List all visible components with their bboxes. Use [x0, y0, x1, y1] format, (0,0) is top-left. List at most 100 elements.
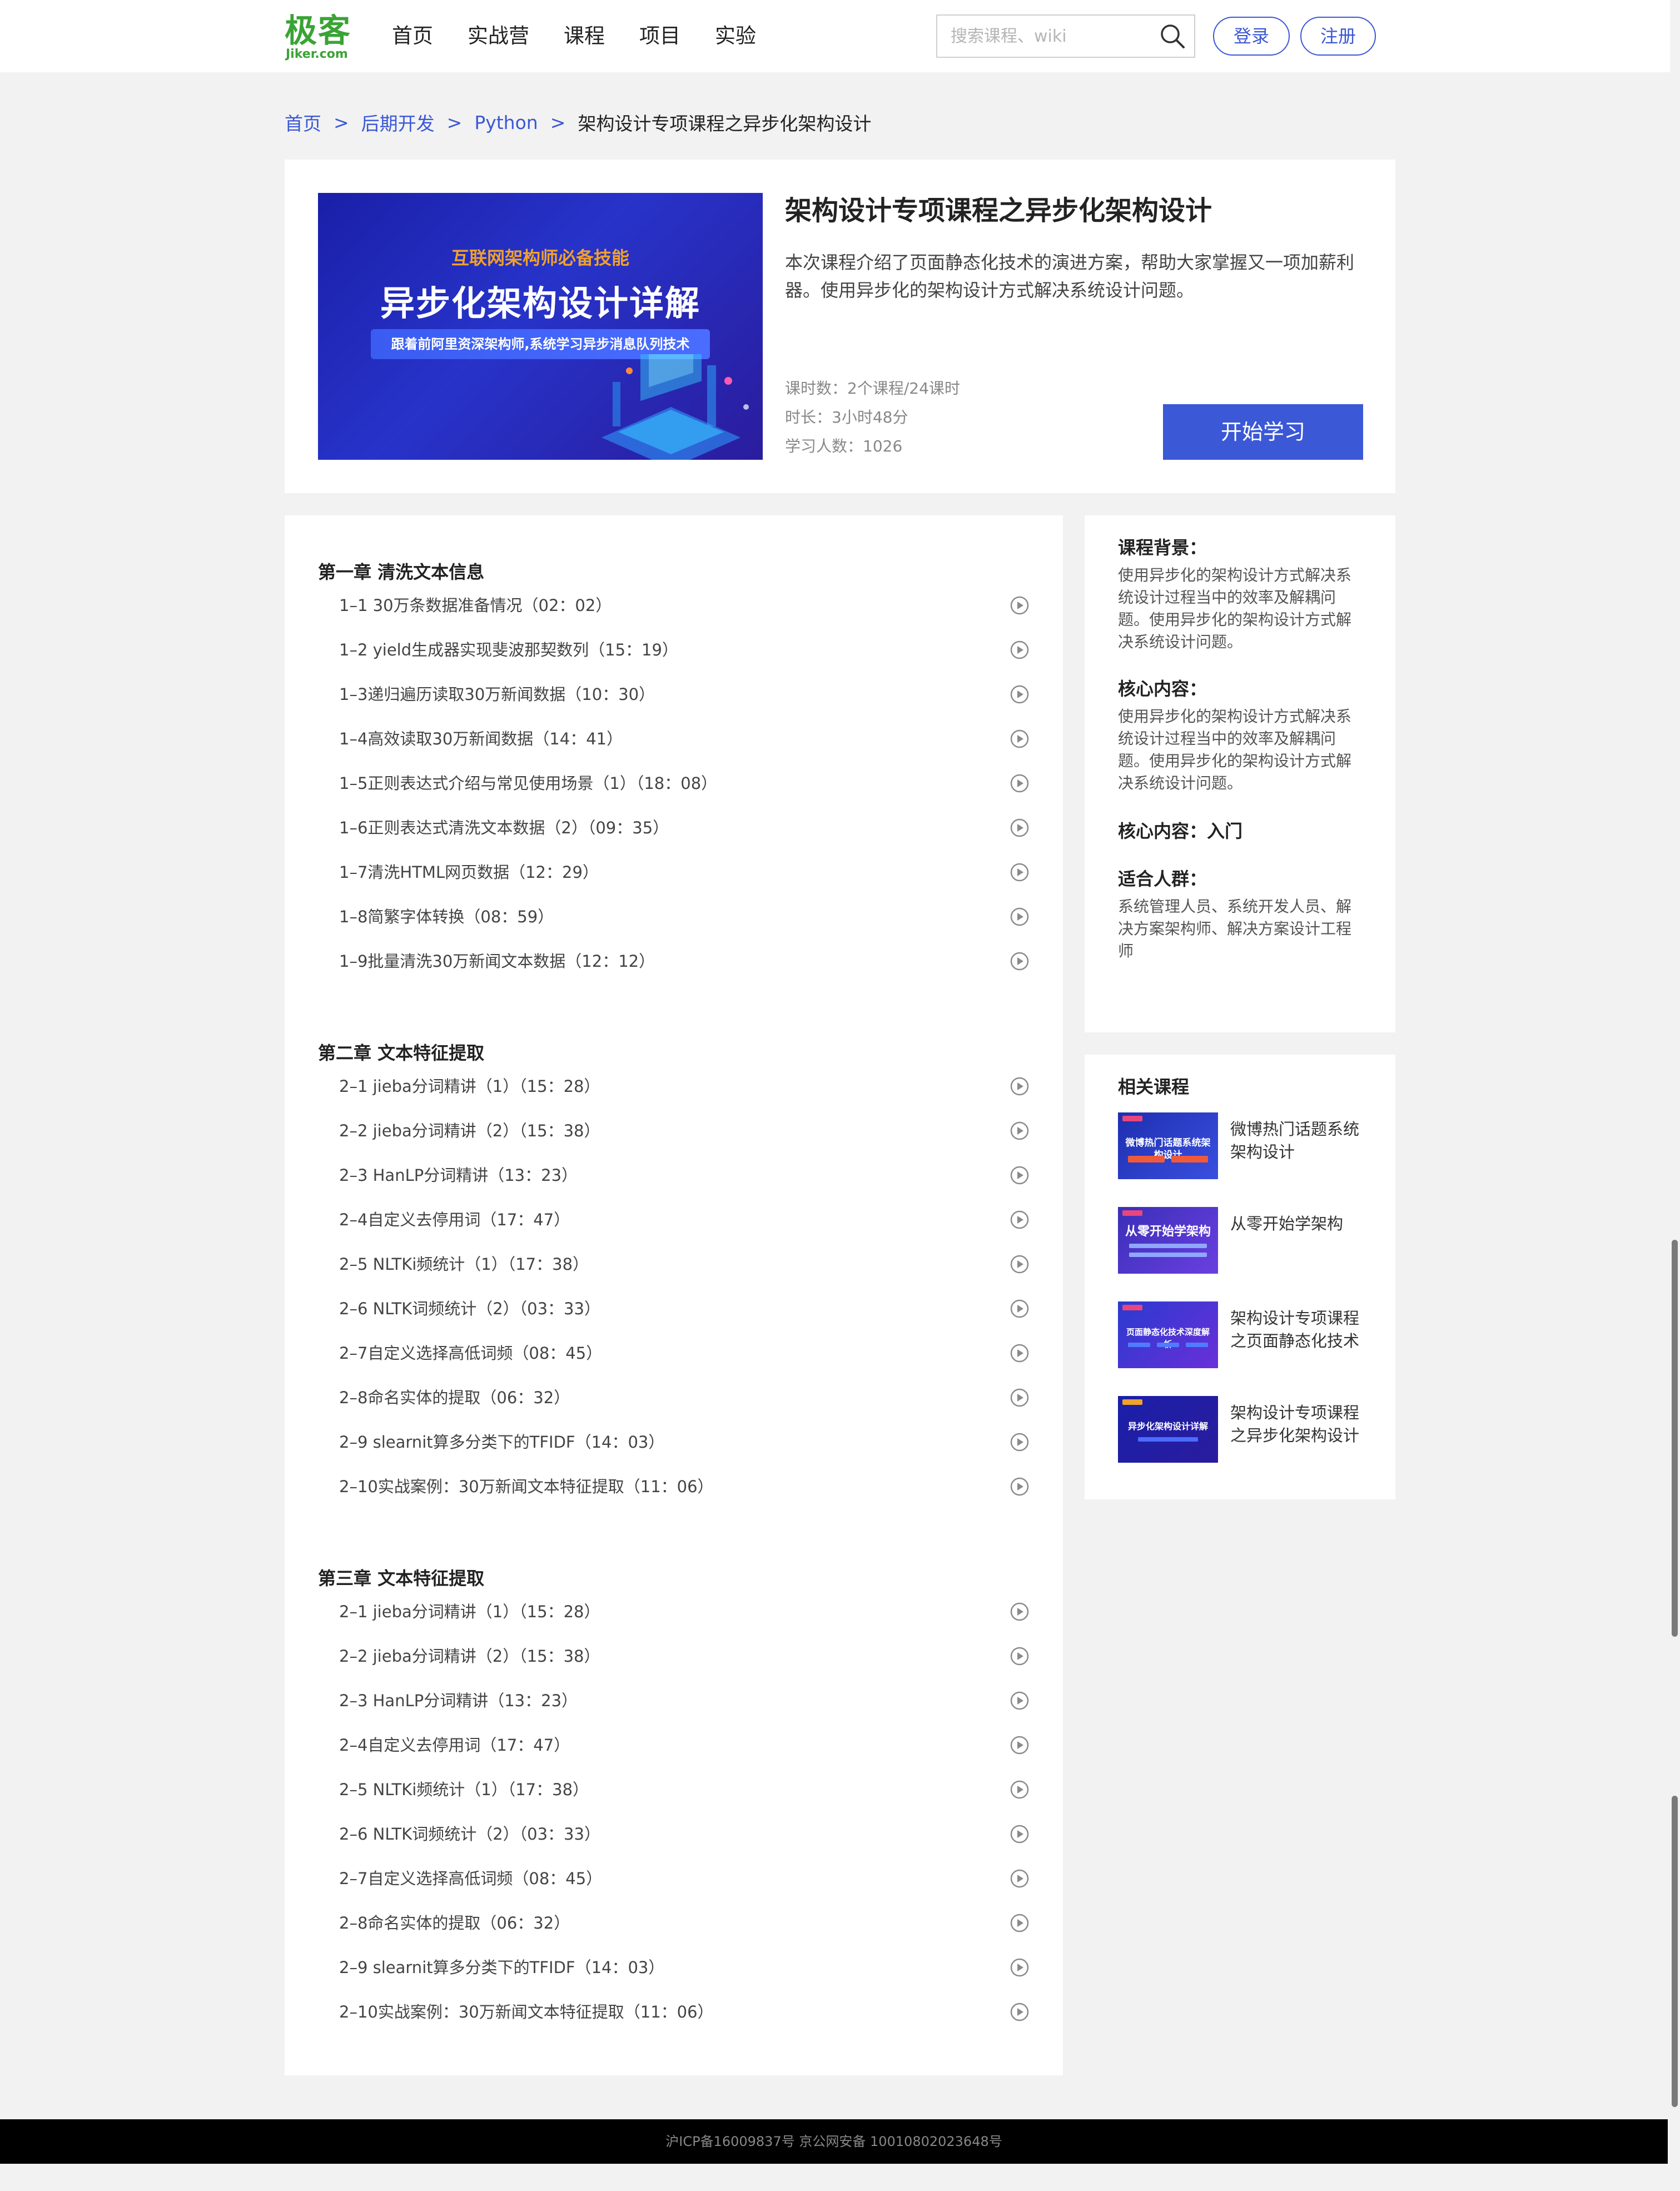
play-icon[interactable]: [1010, 1076, 1030, 1096]
search-icon[interactable]: [1159, 22, 1186, 50]
breadcrumb-category[interactable]: 后期开发: [361, 109, 435, 136]
play-icon[interactable]: [1010, 1602, 1030, 1622]
site-logo[interactable]: 极客 Jiker.com: [285, 12, 351, 62]
lesson-item[interactable]: 2–5 NLTKi频统计（1）（17：38）: [339, 1248, 1030, 1281]
scrollbar-thumb[interactable]: [1672, 1240, 1678, 1637]
start-learning-button[interactable]: 开始学习: [1163, 404, 1363, 460]
lesson-item[interactable]: 2–10实战案例：30万新闻文本特征提取（11：06）: [339, 1470, 1030, 1503]
related-course-thumbnail: 从零开始学架构: [1118, 1207, 1218, 1274]
scrollbar-thumb[interactable]: [1672, 1796, 1678, 2107]
lesson-item[interactable]: 2–9 slearnit算多分类下的TFIDF（14：03）: [339, 1951, 1030, 1984]
nav-item-courses[interactable]: 课程: [564, 21, 605, 51]
lesson-item[interactable]: 1–5正则表达式介绍与常见使用场景（1）（18：08）: [339, 767, 1030, 800]
related-course-name: 架构设计专项课程之页面静态化技术: [1230, 1309, 1360, 1350]
lesson-item[interactable]: 2–1 jieba分词精讲（1）（15：28）: [339, 1595, 1030, 1628]
play-icon[interactable]: [1010, 907, 1030, 927]
related-course-item[interactable]: 异步化架构设计详解 架构设计专项课程之异步化架构设计: [1118, 1396, 1374, 1463]
lesson-item[interactable]: 2–1 jieba分词精讲（1）（15：28）: [339, 1070, 1030, 1103]
lesson-item[interactable]: 1–7清洗HTML网页数据（12：29）: [339, 856, 1030, 889]
thumb-bar: [1129, 1244, 1207, 1248]
main-nav: 首页 实战营 课程 项目 实验: [392, 21, 791, 51]
login-button[interactable]: 登录: [1213, 17, 1290, 56]
breadcrumb-subcategory[interactable]: Python: [474, 112, 538, 133]
logo-text: 极客: [285, 12, 352, 49]
play-icon[interactable]: [1010, 2002, 1030, 2022]
play-icon[interactable]: [1010, 1780, 1030, 1800]
lesson-item[interactable]: 2–9 slearnit算多分类下的TFIDF（14：03）: [339, 1425, 1030, 1459]
play-icon[interactable]: [1010, 595, 1030, 615]
audience-heading: 适合人群：: [1118, 868, 1207, 890]
play-icon[interactable]: [1010, 1388, 1030, 1408]
lesson-item[interactable]: 2–8命名实体的提取（06：32）: [339, 1906, 1030, 1940]
play-icon[interactable]: [1010, 1824, 1030, 1844]
play-icon[interactable]: [1010, 1343, 1030, 1363]
lesson-item[interactable]: 2–6 NLTK词频统计（2）（03：33）: [339, 1817, 1030, 1851]
lesson-title: 2–8命名实体的提取（06：32）: [339, 1914, 570, 1932]
thumb-title: 从零开始学架构: [1125, 1225, 1211, 1239]
lesson-item[interactable]: 1–9批量清洗30万新闻文本数据（12：12）: [339, 945, 1030, 978]
play-icon[interactable]: [1010, 729, 1030, 749]
related-course-item[interactable]: 从零开始学架构 从零开始学架构: [1118, 1207, 1374, 1274]
breadcrumb: 首页 > 后期开发 > Python > 架构设计专项课程之异步化架构设计: [285, 109, 871, 136]
course-description: 本次课程介绍了页面静态化技术的演进方案，帮助大家掌握又一项加薪利器。使用异步化的…: [785, 252, 1355, 301]
lesson-title: 2–4自定义去停用词（17：47）: [339, 1210, 570, 1229]
play-icon[interactable]: [1010, 640, 1030, 660]
register-button[interactable]: 注册: [1300, 17, 1376, 56]
lesson-item[interactable]: 1–4高效读取30万新闻数据（14：41）: [339, 722, 1030, 756]
course-meta: 课时数：2个课程/24课时 时长：3小时48分 学习人数：1026: [785, 374, 960, 461]
lesson-title: 2–3 HanLP分词精讲（13：23）: [339, 1691, 578, 1710]
course-duration: 时长：3小时48分: [785, 408, 908, 426]
thumb-badge: [1122, 1399, 1142, 1405]
lesson-item[interactable]: 2–10实战案例：30万新闻文本特征提取（11：06）: [339, 1995, 1030, 2029]
lesson-item[interactable]: 2–7自定义选择高低词频（08：45）: [339, 1337, 1030, 1370]
play-icon[interactable]: [1010, 1299, 1030, 1319]
level-label: 核心内容：入门: [1118, 821, 1243, 842]
play-icon[interactable]: [1010, 1210, 1030, 1230]
play-icon[interactable]: [1010, 1165, 1030, 1185]
lesson-item[interactable]: 1–6正则表达式清洗文本数据（2）（09：35）: [339, 811, 1030, 844]
course-cover-image: 互联网架构师必备技能 异步化架构设计详解 跟着前阿里资深架构师,系统学习异步消息…: [318, 193, 763, 460]
nav-item-home[interactable]: 首页: [392, 21, 433, 51]
play-icon[interactable]: [1010, 951, 1030, 971]
lesson-item[interactable]: 1–8简繁字体转换（08：59）: [339, 900, 1030, 933]
play-icon[interactable]: [1010, 773, 1030, 793]
play-icon[interactable]: [1010, 684, 1030, 704]
play-icon[interactable]: [1010, 1432, 1030, 1452]
play-icon[interactable]: [1010, 1646, 1030, 1666]
lesson-title: 1–1 30万条数据准备情况（02：02）: [339, 596, 612, 615]
lesson-item[interactable]: 1–3递归遍历读取30万新闻数据（10：30）: [339, 678, 1030, 711]
lesson-item[interactable]: 2–3 HanLP分词精讲（13：23）: [339, 1159, 1030, 1192]
lesson-item[interactable]: 2–8命名实体的提取（06：32）: [339, 1381, 1030, 1414]
nav-item-projects[interactable]: 项目: [639, 21, 680, 51]
related-course-name: 微博热门话题系统架构设计: [1230, 1120, 1360, 1161]
nav-item-bootcamp[interactable]: 实战营: [468, 21, 529, 51]
play-icon[interactable]: [1010, 1913, 1030, 1933]
breadcrumb-home[interactable]: 首页: [285, 109, 321, 136]
lesson-item[interactable]: 1–2 yield生成器实现斐波那契数列（15：19）: [339, 633, 1030, 667]
play-icon[interactable]: [1010, 1254, 1030, 1274]
play-icon[interactable]: [1010, 1477, 1030, 1497]
play-icon[interactable]: [1010, 1735, 1030, 1755]
lesson-item[interactable]: 2–2 jieba分词精讲（2）（15：38）: [339, 1114, 1030, 1147]
lesson-item[interactable]: 2–3 HanLP分词精讲（13：23）: [339, 1684, 1030, 1717]
lesson-item[interactable]: 2–5 NLTKi频统计（1）（17：38）: [339, 1773, 1030, 1806]
lesson-item[interactable]: 2–4自定义去停用词（17：47）: [339, 1203, 1030, 1236]
play-icon[interactable]: [1010, 862, 1030, 882]
play-icon[interactable]: [1010, 1121, 1030, 1141]
related-course-item[interactable]: 页面静态化技术深度解析 架构设计专项课程之页面静态化技术: [1118, 1301, 1374, 1368]
play-icon[interactable]: [1010, 1869, 1030, 1889]
lesson-item[interactable]: 2–4自定义去停用词（17：47）: [339, 1728, 1030, 1762]
related-course-item[interactable]: 微博热门话题系统架构设计 微博热门话题系统架构设计: [1118, 1112, 1374, 1179]
play-icon[interactable]: [1010, 1958, 1030, 1978]
learner-count: 学习人数：1026: [785, 437, 903, 455]
play-icon[interactable]: [1010, 818, 1030, 838]
lesson-item[interactable]: 2–2 jieba分词精讲（2）（15：38）: [339, 1639, 1030, 1673]
lesson-title: 2–10实战案例：30万新闻文本特征提取（11：06）: [339, 1477, 714, 1496]
lesson-title: 1–9批量清洗30万新闻文本数据（12：12）: [339, 952, 655, 971]
search-input[interactable]: [937, 16, 1149, 57]
play-icon[interactable]: [1010, 1691, 1030, 1711]
lesson-item[interactable]: 2–7自定义选择高低词频（08：45）: [339, 1862, 1030, 1895]
lesson-item[interactable]: 1–1 30万条数据准备情况（02：02）: [339, 589, 1030, 622]
nav-item-labs[interactable]: 实验: [715, 21, 756, 51]
lesson-item[interactable]: 2–6 NLTK词频统计（2）（03：33）: [339, 1292, 1030, 1325]
